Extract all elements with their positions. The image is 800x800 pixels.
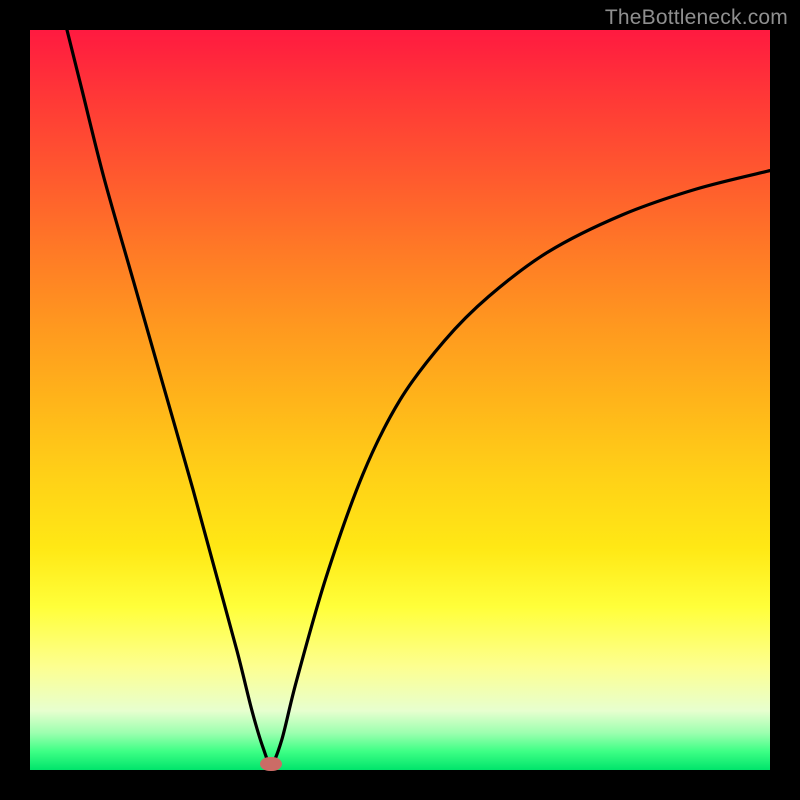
chart-stage: TheBottleneck.com xyxy=(0,0,800,800)
watermark-text: TheBottleneck.com xyxy=(605,6,788,30)
plot-area xyxy=(30,30,770,770)
optimal-point-marker xyxy=(260,757,282,771)
bottleneck-curve xyxy=(30,30,770,770)
